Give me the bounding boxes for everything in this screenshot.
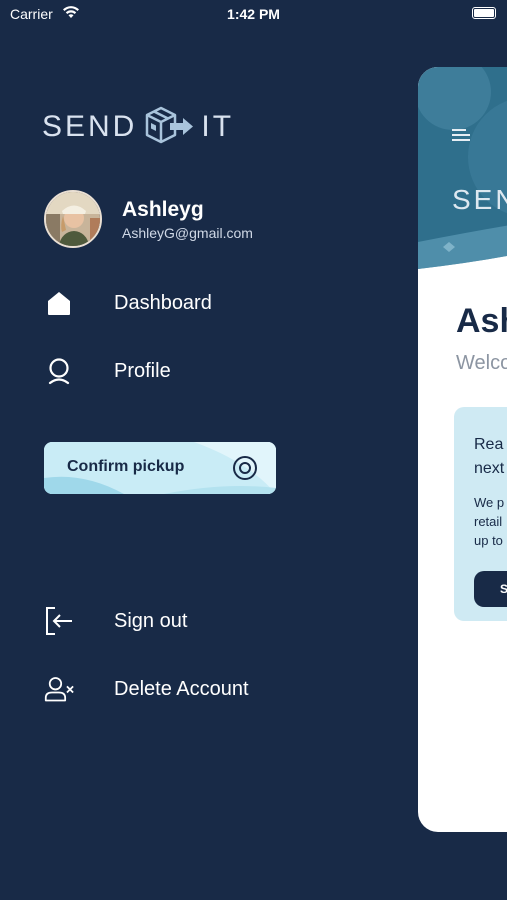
logo-text-left: SEND [42, 110, 138, 143]
dashboard-preview-card[interactable]: SEN Ash Welco Rea next We p retail up to… [418, 67, 507, 832]
welcome-text: Welco [456, 352, 507, 374]
user-icon [44, 356, 74, 386]
info-card-button[interactable]: S [474, 571, 507, 607]
user-email: AshleyG@gmail.com [122, 224, 253, 241]
menu-item-dashboard[interactable]: Dashboard [44, 288, 212, 318]
info-card: Rea next We p retail up to S [454, 407, 507, 621]
box-arrow-icon [143, 103, 195, 152]
confirm-pickup-label: Confirm pickup [67, 458, 185, 475]
battery-icon [472, 7, 496, 19]
info-card-body: We p retail up to [474, 495, 505, 548]
menu-item-delete-account[interactable]: Delete Account [44, 674, 249, 704]
greeting-heading: Ash [456, 302, 507, 340]
menu-item-label: Dashboard [114, 291, 212, 314]
menu-item-label: Delete Account [114, 677, 249, 700]
user-profile-summary[interactable]: Ashleyg AshleyG@gmail.com [44, 190, 253, 248]
menu-item-label: Sign out [114, 609, 188, 632]
header-banner [418, 67, 507, 297]
user-name: Ashleyg [122, 197, 204, 221]
menu-item-sign-out[interactable]: Sign out [44, 606, 187, 636]
info-card-button-label: S [500, 582, 507, 596]
sign-out-icon [44, 606, 74, 636]
header-logo-text: SEN [452, 184, 507, 215]
menu-item-profile[interactable]: Profile [44, 356, 171, 386]
user-remove-icon [44, 674, 74, 704]
info-card-title: Rea next [474, 436, 505, 477]
confirm-pickup-button[interactable]: Confirm pickup [44, 442, 276, 494]
app-logo: SEND IT [42, 104, 234, 150]
hamburger-menu-icon[interactable] [452, 127, 472, 148]
status-bar: Carrier 1:42 PM [0, 0, 507, 30]
status-time: 1:42 PM [227, 6, 280, 22]
home-icon [44, 288, 74, 318]
menu-item-label: Profile [114, 359, 171, 382]
logo-text-right: IT [201, 110, 235, 143]
avatar[interactable] [44, 190, 102, 248]
target-icon [232, 455, 258, 486]
